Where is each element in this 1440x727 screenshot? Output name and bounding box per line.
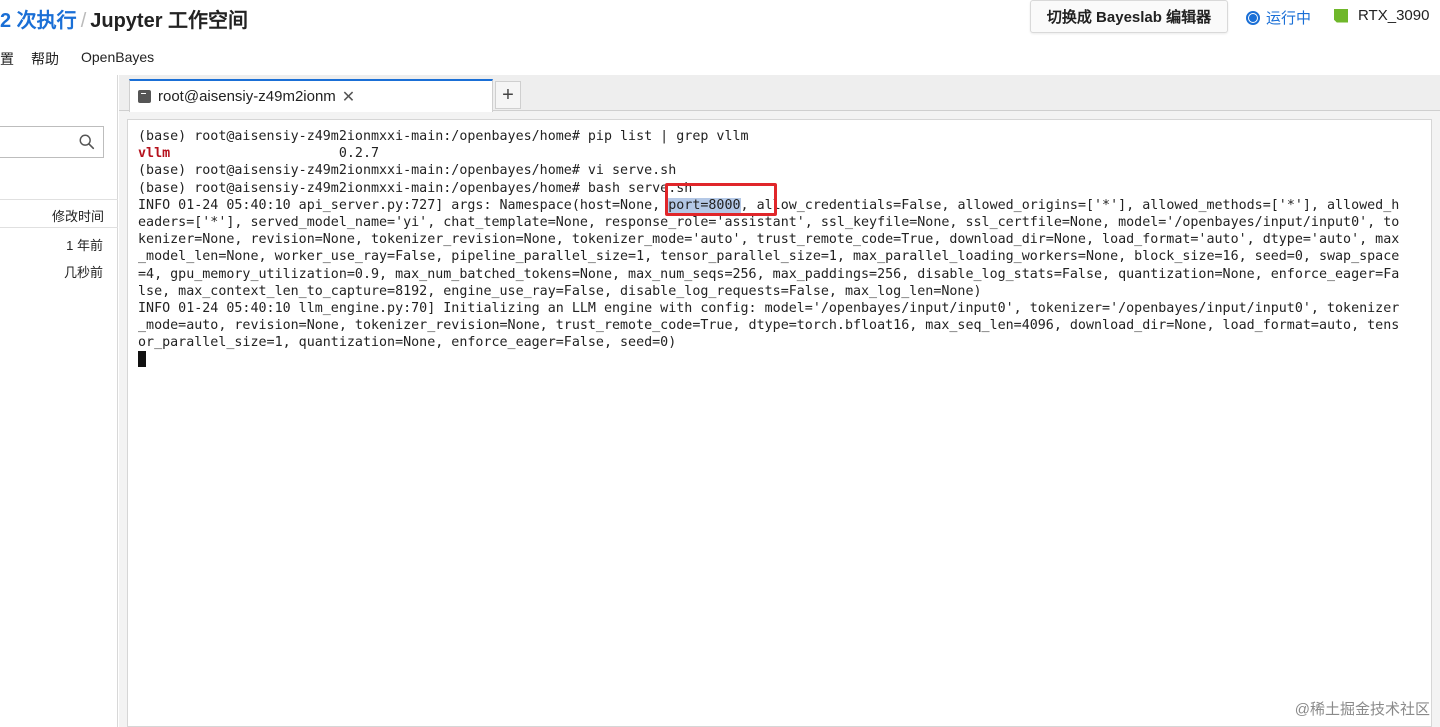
running-dot-icon [1246,10,1260,25]
terminal-prompt [138,351,1421,368]
file-row-modified[interactable]: 几秒前 [64,262,103,281]
new-tab-button[interactable]: + [495,81,521,109]
breadcrumb-separator: / [80,10,87,32]
file-row-modified[interactable]: 1 年前 [66,235,103,254]
search-icon[interactable] [78,133,96,151]
terminal-line: _model_len=None, worker_use_ray=False, p… [138,249,1400,265]
terminal-panel[interactable]: (base) root@aisensiy-z49m2ionmxxi-main:/… [127,119,1432,727]
main-area: root@aisensiy-z49m2ionm ✕ + (base) root@… [119,75,1440,727]
file-browser-sidebar: 修改时间 1 年前 几秒前 [0,75,118,727]
package-version: 0.2.7 [170,146,380,162]
terminal-line: INFO 01-24 05:40:10 api_server.py:727] a… [138,197,1421,214]
terminal-cursor [138,351,146,368]
terminal-line: lse, max_context_len_to_capture=8192, en… [138,283,982,299]
terminal-line: INFO 01-24 05:40:10 llm_engine.py:70] In… [138,300,1400,316]
watermark-text: @稀土掘金技术社区 [1294,701,1430,718]
gpu-chip-icon [1334,8,1348,23]
run-count-link[interactable]: 2 次执行 [0,10,77,32]
menu-item-help[interactable]: 帮助 [31,49,59,69]
modified-time-column-header[interactable]: 修改时间 [52,206,104,225]
menu-item-openbayes[interactable]: OpenBayes [81,49,154,65]
status-label: 运行中 [1266,10,1312,27]
port-highlight-box [665,183,777,216]
terminal-line: or_parallel_size=1, quantization=None, e… [138,335,677,351]
terminal-line: eaders=['*'], served_model_name='yi', ch… [138,214,1400,230]
file-search-input[interactable] [0,126,104,158]
terminal-line: =4, gpu_memory_utilization=0.9, max_num_… [138,266,1400,282]
package-name: vllm [138,146,171,162]
switch-editor-button[interactable]: 切换成 Bayeslab 编辑器 [1030,0,1228,33]
terminal-line: vllm 0.2.7 [138,145,1421,162]
terminal-line: (base) root@aisensiy-z49m2ionmxxi-main:/… [138,129,749,144]
log-text: INFO 01-24 05:40:10 api_server.py:727] a… [138,197,669,213]
tab-bar: root@aisensiy-z49m2ionm ✕ + [119,75,1440,112]
status-indicator: 运行中 [1246,7,1311,28]
tab-label: root@aisensiy-z49m2ionm [158,88,336,105]
log-text: , allow_credentials=False, allowed_origi… [740,197,1400,213]
terminal-line: (base) root@aisensiy-z49m2ionmxxi-main:/… [138,163,677,179]
gpu-indicator: RTX_3090 [1334,7,1429,24]
tab-terminal[interactable]: root@aisensiy-z49m2ionm ✕ [129,79,493,112]
file-list-header: 修改时间 [0,199,118,228]
gpu-label: RTX_3090 [1358,7,1430,24]
terminal-line: (base) root@aisensiy-z49m2ionmxxi-main:/… [138,180,693,196]
top-bar: 2 次执行 / Jupyter 工作空间 切换成 Bayeslab 编辑器 运行中 … [0,0,1440,36]
page-title: 2 次执行 / Jupyter 工作空间 [0,4,248,33]
terminal-line: _mode=auto, revision=None, tokenizer_rev… [138,318,1400,334]
close-icon[interactable]: ✕ [342,87,355,107]
menu-item-settings[interactable]: 置 [0,49,14,69]
workspace-title: Jupyter 工作空间 [90,10,249,32]
terminal-icon [138,90,151,103]
terminal-line: kenizer=None, revision=None, tokenizer_r… [138,232,1400,248]
